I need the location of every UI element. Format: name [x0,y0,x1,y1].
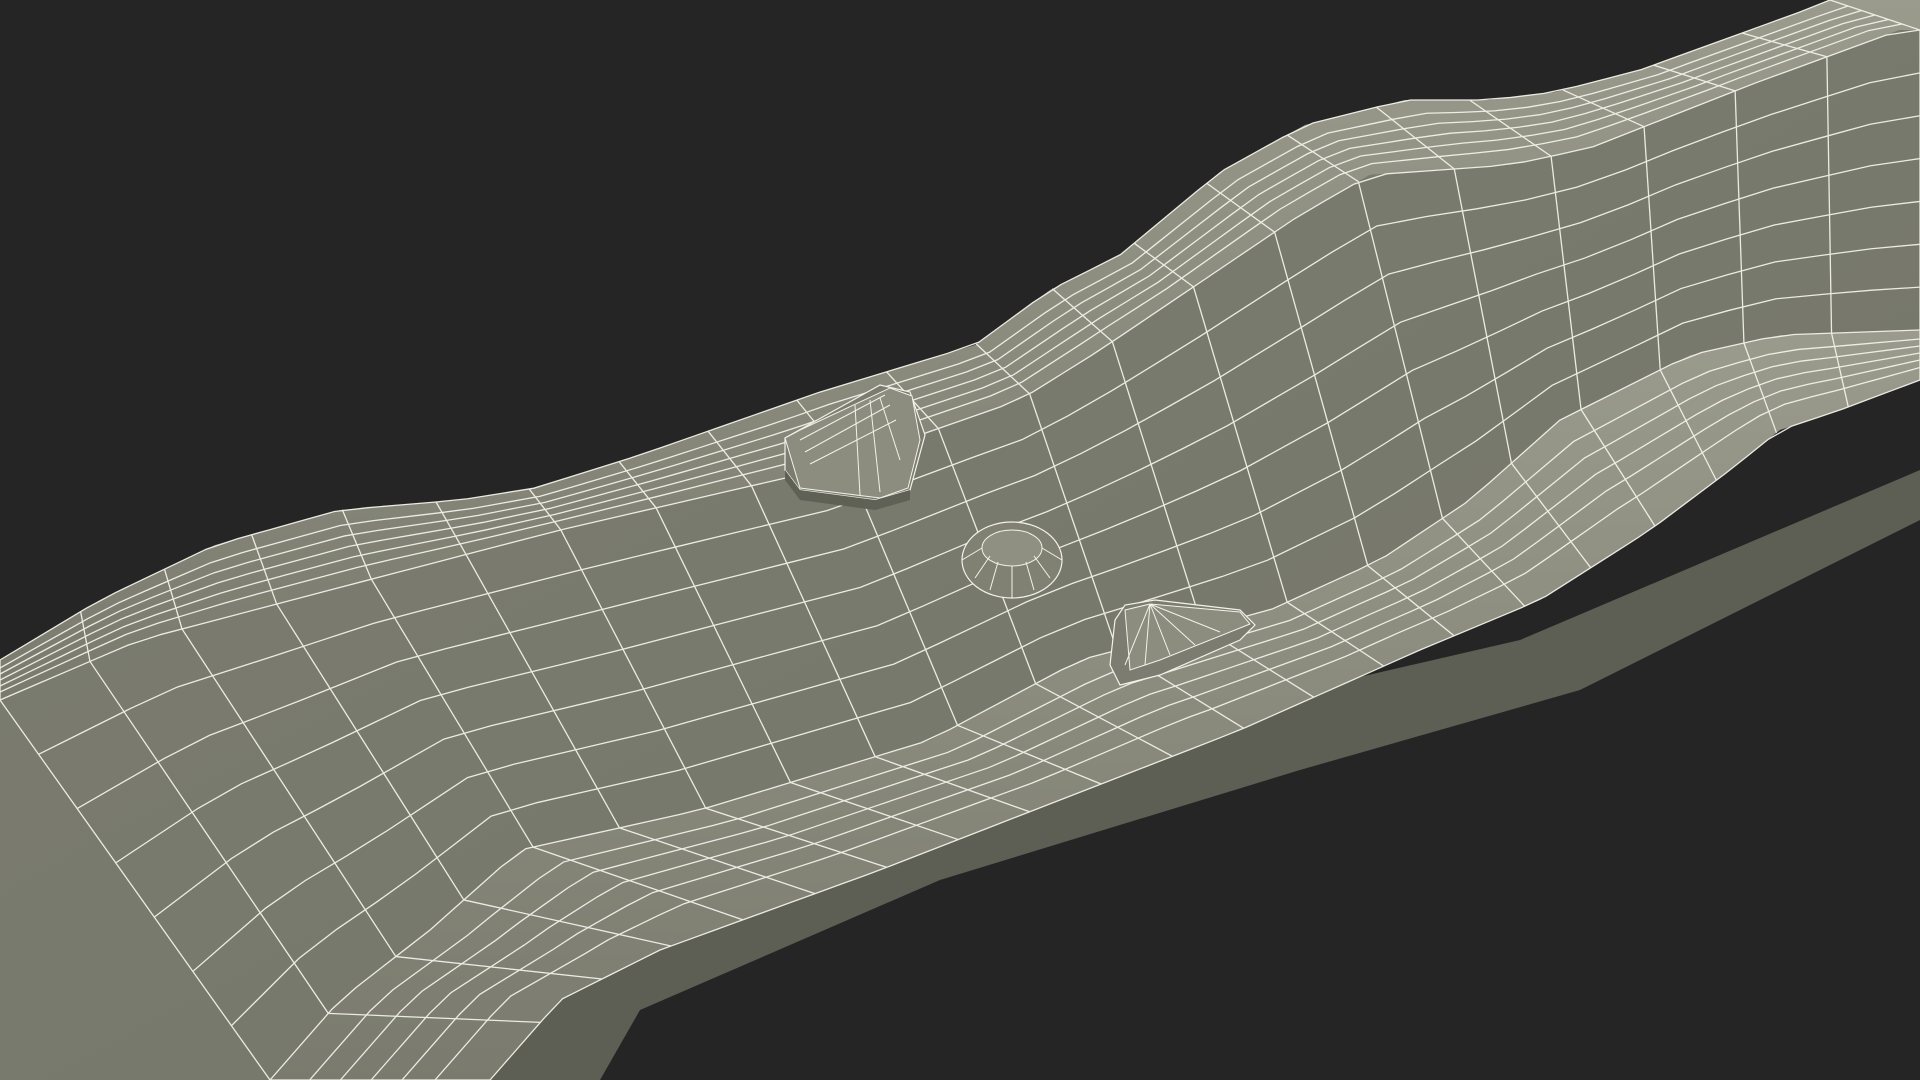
render-viewport [0,0,1920,1080]
dome-peg-center [961,521,1063,599]
wireframe-scene [0,0,1920,1080]
